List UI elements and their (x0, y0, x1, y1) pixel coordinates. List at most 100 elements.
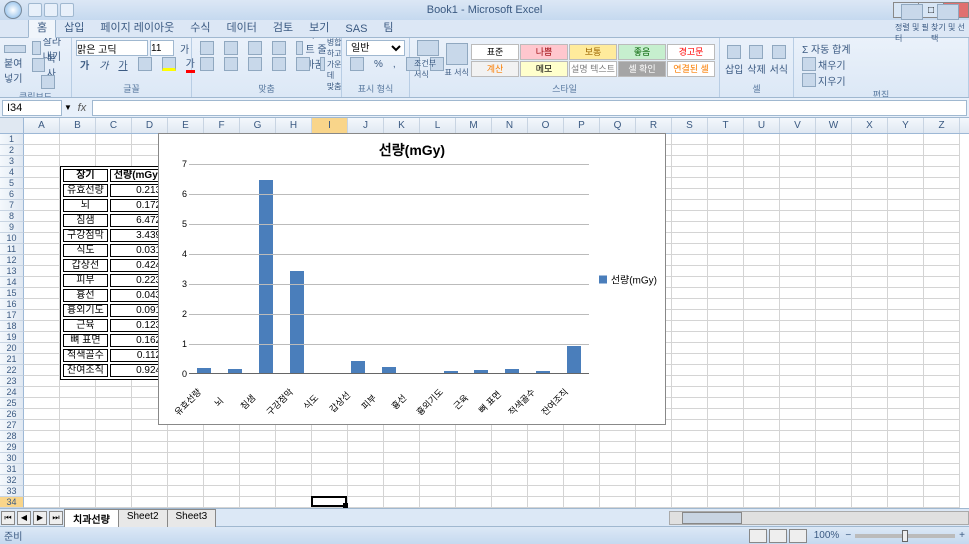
cell[interactable] (816, 453, 852, 464)
cell[interactable] (816, 398, 852, 409)
worksheet-grid[interactable]: ABCDEFGHIJKLMNOPQRSTUVWXYZ 1234567891011… (0, 118, 969, 508)
cell[interactable] (672, 321, 708, 332)
cell[interactable] (708, 244, 744, 255)
cell[interactable] (456, 453, 492, 464)
col-header-Y[interactable]: Y (888, 118, 924, 133)
cell[interactable] (672, 134, 708, 145)
cell[interactable] (240, 475, 276, 486)
cell[interactable] (636, 431, 672, 442)
cell[interactable] (852, 178, 888, 189)
underline-button[interactable]: 가 (114, 56, 131, 72)
cell[interactable] (528, 464, 564, 475)
col-header-V[interactable]: V (780, 118, 816, 133)
cell[interactable] (780, 332, 816, 343)
percent-button[interactable]: % (370, 56, 387, 72)
cell[interactable] (672, 189, 708, 200)
cell[interactable] (420, 486, 456, 497)
cell[interactable] (816, 288, 852, 299)
cell[interactable] (924, 442, 960, 453)
cell[interactable] (528, 442, 564, 453)
ribbon-tab-2[interactable]: 페이지 레이아웃 (92, 17, 182, 37)
cell[interactable] (600, 464, 636, 475)
row-header-22[interactable]: 22 (0, 365, 24, 376)
cell[interactable] (744, 299, 780, 310)
row-header-8[interactable]: 8 (0, 211, 24, 222)
cell[interactable] (852, 332, 888, 343)
cell[interactable] (456, 486, 492, 497)
cell[interactable] (132, 464, 168, 475)
qat-redo-icon[interactable] (60, 3, 74, 17)
cell[interactable] (924, 365, 960, 376)
col-header-S[interactable]: S (672, 118, 708, 133)
cell[interactable] (240, 442, 276, 453)
cell[interactable] (888, 211, 924, 222)
cell[interactable] (60, 442, 96, 453)
cell[interactable] (456, 442, 492, 453)
cell[interactable] (672, 233, 708, 244)
cell[interactable] (924, 233, 960, 244)
fx-button[interactable]: fx (74, 102, 90, 114)
cell[interactable] (780, 486, 816, 497)
row-header-16[interactable]: 16 (0, 299, 24, 310)
ribbon-tab-5[interactable]: 검토 (265, 17, 301, 37)
cell[interactable] (780, 211, 816, 222)
cell[interactable] (924, 343, 960, 354)
cell[interactable] (924, 145, 960, 156)
cell[interactable] (888, 486, 924, 497)
cell[interactable] (924, 178, 960, 189)
cell[interactable] (492, 486, 528, 497)
cell[interactable] (456, 464, 492, 475)
cell[interactable] (744, 354, 780, 365)
row-header-6[interactable]: 6 (0, 189, 24, 200)
cell[interactable] (708, 398, 744, 409)
cell[interactable] (384, 486, 420, 497)
cell[interactable] (204, 475, 240, 486)
cell[interactable] (780, 233, 816, 244)
cell[interactable] (312, 475, 348, 486)
cell[interactable] (312, 497, 348, 508)
cell[interactable] (672, 178, 708, 189)
cell[interactable] (24, 442, 60, 453)
cell[interactable] (780, 365, 816, 376)
cell[interactable] (888, 343, 924, 354)
row-header-9[interactable]: 9 (0, 222, 24, 233)
cell[interactable] (924, 211, 960, 222)
align-right-button[interactable] (244, 56, 266, 72)
cell[interactable] (924, 354, 960, 365)
cell[interactable] (708, 486, 744, 497)
cell[interactable] (852, 211, 888, 222)
cell[interactable] (492, 464, 528, 475)
cell[interactable] (924, 222, 960, 233)
italic-button[interactable]: 가 (95, 56, 112, 72)
namebox-dropdown-icon[interactable]: ▼ (64, 103, 72, 112)
cell[interactable] (672, 288, 708, 299)
cell[interactable] (708, 222, 744, 233)
cell[interactable] (744, 398, 780, 409)
cell[interactable] (60, 486, 96, 497)
row-header-29[interactable]: 29 (0, 442, 24, 453)
number-format-select[interactable]: 일반 (346, 40, 405, 56)
zoom-level[interactable]: 100% (814, 530, 840, 541)
cell[interactable] (924, 486, 960, 497)
cell[interactable] (816, 420, 852, 431)
cell[interactable] (636, 497, 672, 508)
cell[interactable] (96, 475, 132, 486)
cell[interactable] (852, 145, 888, 156)
cell[interactable] (780, 288, 816, 299)
cell[interactable] (924, 189, 960, 200)
cell[interactable] (240, 464, 276, 475)
cell[interactable] (780, 244, 816, 255)
format-button[interactable]: 서식 (769, 40, 789, 80)
cell[interactable] (888, 376, 924, 387)
col-header-R[interactable]: R (636, 118, 672, 133)
cell[interactable] (780, 156, 816, 167)
cell[interactable] (744, 453, 780, 464)
cell[interactable] (744, 178, 780, 189)
row-header-17[interactable]: 17 (0, 310, 24, 321)
cell[interactable] (780, 189, 816, 200)
cell[interactable] (24, 398, 60, 409)
cell[interactable] (744, 211, 780, 222)
cell[interactable] (276, 442, 312, 453)
cell[interactable] (816, 233, 852, 244)
cell[interactable] (24, 134, 60, 145)
